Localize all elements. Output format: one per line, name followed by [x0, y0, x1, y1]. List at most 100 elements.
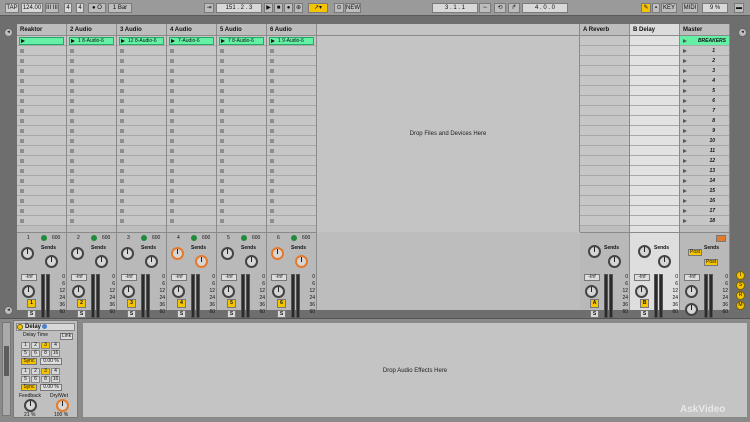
clip-slot[interactable]	[267, 216, 316, 226]
clip-stop-icon[interactable]	[170, 179, 174, 183]
clip-stop-icon[interactable]	[120, 139, 124, 143]
audio-clip[interactable]: 1 8-Audio-6	[69, 37, 114, 45]
delay-time-division[interactable]: 1	[21, 368, 30, 375]
clip-slot[interactable]	[67, 176, 116, 186]
overdub-icon[interactable]: ⊕	[294, 3, 303, 13]
clip-slot[interactable]	[630, 146, 679, 156]
clip-stop-icon[interactable]	[70, 199, 74, 203]
clip-slot[interactable]	[67, 186, 116, 196]
clip-stop-icon[interactable]	[20, 99, 24, 103]
scene-slot[interactable]: 14	[680, 176, 729, 186]
clip-stop-icon[interactable]	[220, 169, 224, 173]
clip-slot[interactable]	[67, 126, 116, 136]
return-header-a[interactable]: A Reverb	[580, 24, 630, 36]
clip-slot[interactable]	[167, 206, 216, 216]
nudge-buttons[interactable]: III III	[45, 3, 59, 13]
sync-left-button[interactable]: Sync	[21, 358, 37, 365]
clip-stop-icon[interactable]	[170, 199, 174, 203]
clip-slot[interactable]	[67, 106, 116, 116]
scene-launch-icon[interactable]	[683, 189, 687, 193]
clip-stop-icon[interactable]	[20, 89, 24, 93]
delay-time-division[interactable]: 5	[21, 376, 30, 383]
track-header-1[interactable]: Reaktor	[17, 24, 67, 36]
clip-slot[interactable]	[267, 186, 316, 196]
clip-slot[interactable]	[267, 96, 316, 106]
clip-stop-icon[interactable]	[120, 69, 124, 73]
device-power-icon[interactable]	[17, 324, 23, 330]
clip-slot[interactable]	[117, 156, 166, 166]
delay-time-division[interactable]: 3	[41, 368, 50, 375]
post-button[interactable]: Post	[688, 249, 702, 256]
metronome-button[interactable]: ● O	[88, 3, 106, 13]
clip-slot[interactable]	[630, 186, 679, 196]
track-activator-icon[interactable]	[191, 235, 197, 241]
audio-clip[interactable]: 7-Audio-6	[169, 37, 214, 45]
clip-slot[interactable]	[630, 36, 679, 46]
clip-slot[interactable]	[580, 46, 629, 56]
clip-stop-icon[interactable]	[120, 119, 124, 123]
clip-slot[interactable]	[67, 196, 116, 206]
clip-play-icon[interactable]	[121, 39, 125, 43]
track-header-6[interactable]: 6 Audio	[267, 24, 317, 36]
clip-stop-icon[interactable]	[220, 159, 224, 163]
send-a-knob[interactable]	[171, 247, 184, 260]
clip-slot[interactable]	[17, 146, 66, 156]
clip-slot[interactable]	[117, 76, 166, 86]
clip-stop-icon[interactable]	[270, 89, 274, 93]
post-button[interactable]: Post	[704, 259, 718, 266]
scene-slot[interactable]: 13	[680, 166, 729, 176]
clip-slot[interactable]	[217, 96, 266, 106]
clip-stop-icon[interactable]	[120, 179, 124, 183]
offset-left-field[interactable]: 0.00 %	[40, 358, 62, 365]
clip-slot[interactable]	[67, 56, 116, 66]
volume-readout[interactable]: -Inf	[21, 274, 37, 281]
mixer-toggle-icon[interactable]: M	[736, 301, 745, 310]
clip-slot[interactable]: 1 9-Audio-6	[267, 36, 316, 46]
clip-slot[interactable]	[217, 66, 266, 76]
clip-slot[interactable]	[167, 66, 216, 76]
clip-slot[interactable]	[580, 156, 629, 166]
track-activator-button[interactable]: 5	[227, 299, 236, 308]
delay-time-division[interactable]: 8	[41, 350, 50, 357]
clip-slot[interactable]	[630, 126, 679, 136]
clip-stop-icon[interactable]	[270, 219, 274, 223]
clip-slot[interactable]	[267, 76, 316, 86]
audio-clip[interactable]: 7 8-Audio-6	[219, 37, 264, 45]
volume-readout[interactable]: -Inf	[634, 274, 650, 281]
clip-slot[interactable]	[167, 86, 216, 96]
clip-slot[interactable]	[580, 56, 629, 66]
send-b-knob[interactable]	[245, 255, 258, 268]
track-activator-icon[interactable]	[141, 235, 147, 241]
pan-knob[interactable]	[22, 285, 35, 298]
scene-slot[interactable]: 2	[680, 56, 729, 66]
volume-readout[interactable]: -Inf	[684, 274, 700, 281]
clip-stop-icon[interactable]	[20, 59, 24, 63]
clip-stop-icon[interactable]	[70, 149, 74, 153]
pan-knob[interactable]	[585, 285, 598, 298]
clip-slot[interactable]	[17, 86, 66, 96]
clip-stop-icon[interactable]	[20, 199, 24, 203]
clip-stop-icon[interactable]	[170, 109, 174, 113]
clip-stop-icon[interactable]	[170, 89, 174, 93]
clip-slot[interactable]	[630, 216, 679, 226]
track-activator-button[interactable]: 6	[277, 299, 286, 308]
send-a-knob[interactable]	[221, 247, 234, 260]
clip-stop-icon[interactable]	[20, 69, 24, 73]
clip-stop-icon[interactable]	[70, 139, 74, 143]
return-header-b[interactable]: B Delay	[630, 24, 680, 36]
clip-slot[interactable]	[630, 76, 679, 86]
clip-slot[interactable]	[630, 86, 679, 96]
clip-stop-icon[interactable]	[170, 209, 174, 213]
solo-button[interactable]: S	[277, 310, 286, 318]
clip-stop-icon[interactable]	[270, 79, 274, 83]
scene-slot[interactable]: 5	[680, 86, 729, 96]
clip-stop-icon[interactable]	[70, 119, 74, 123]
clip-stop-icon[interactable]	[270, 149, 274, 153]
clip-slot[interactable]	[217, 126, 266, 136]
audio-clip[interactable]: 1 9-Audio-6	[269, 37, 314, 45]
clip-stop-icon[interactable]	[70, 219, 74, 223]
clip-stop-icon[interactable]	[270, 169, 274, 173]
send-b-knob[interactable]	[145, 255, 158, 268]
clip-slot[interactable]	[580, 196, 629, 206]
clip-stop-icon[interactable]	[120, 129, 124, 133]
